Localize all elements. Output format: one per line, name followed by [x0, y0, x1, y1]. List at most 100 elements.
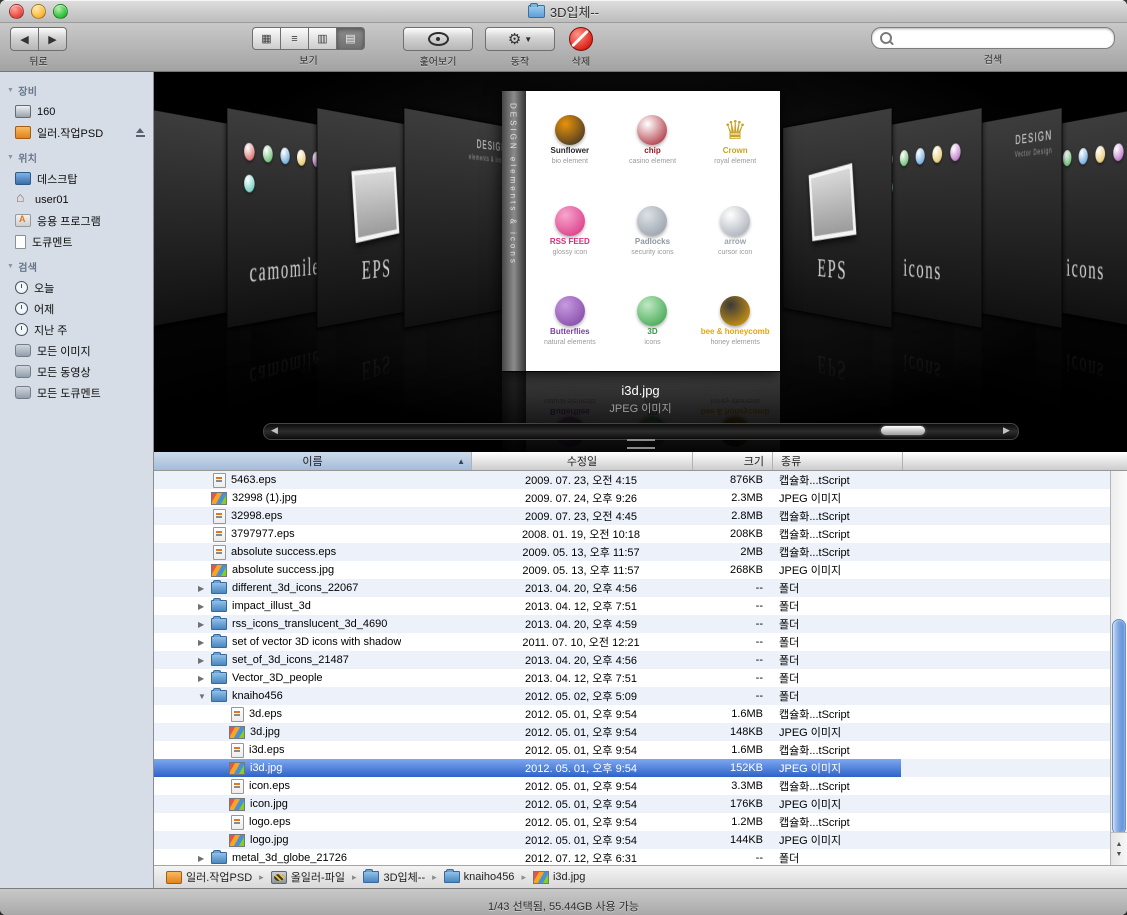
file-row[interactable]: i3d.jpg2012. 05. 01, 오후 9:54152KBJPEG 이미… [154, 759, 1127, 777]
path-item-label: 3D입체-- [383, 869, 425, 885]
column-header-kind[interactable]: 종류 [773, 452, 903, 470]
sidebar-item[interactable]: 도큐멘트 [0, 231, 153, 252]
icon-grid-item: Butterfliesnatural elements [529, 276, 612, 367]
file-kind: JPEG 이미지 [771, 760, 901, 776]
sidebar-item[interactable]: 지난 주 [0, 319, 153, 340]
back-button[interactable]: ◀ [10, 27, 39, 51]
coverflow-selected-item[interactable]: DESIGN elements & icons Sunflowerbio ele… [502, 91, 780, 371]
disclosure-triangle-icon[interactable]: ▶ [198, 674, 211, 683]
status-bar: 1/43 선택됨, 55.44GB 사용 가능 [0, 888, 1127, 915]
icon-sub: casino element [629, 158, 676, 166]
scroll-left-icon[interactable]: ◀ [267, 424, 283, 437]
file-size: 2.8MB [691, 510, 771, 522]
file-row[interactable]: absolute success.eps2009. 05. 13, 오후 11:… [154, 543, 1127, 561]
file-row[interactable]: 5463.eps2009. 07. 23, 오전 4:15876KB캡슐화...… [154, 471, 1127, 489]
file-row[interactable]: ▶rss_icons_translucent_3d_46902013. 04. … [154, 615, 1127, 633]
icon-shape [637, 115, 667, 145]
file-row[interactable]: ▶impact_illust_3d2013. 04. 12, 오후 7:51--… [154, 597, 1127, 615]
search-field[interactable] [871, 27, 1115, 49]
column-view-button[interactable]: ▥ [309, 27, 337, 50]
quicklook-label: 훑어보기 [420, 53, 457, 68]
minimize-button[interactable] [31, 4, 46, 19]
sidebar-item[interactable]: 모든 이미지 [0, 340, 153, 361]
coverflow-scrollbar-thumb[interactable] [881, 426, 925, 435]
file-row[interactable]: ▶Vector_3D_people2013. 04. 12, 오후 7:51--… [154, 669, 1127, 687]
path-item[interactable]: 일러.작업PSD [162, 868, 256, 886]
file-name: impact_illust_3d [232, 600, 311, 612]
sidebar-section-label: 검색 [18, 259, 37, 274]
file-row[interactable]: ▶set_of_3d_icons_214872013. 04. 20, 오후 4… [154, 651, 1127, 669]
file-row[interactable]: 3797977.eps2008. 01. 19, 오전 10:18208KB캡슐… [154, 525, 1127, 543]
file-row[interactable]: logo.jpg2012. 05. 01, 오후 9:54144KBJPEG 이… [154, 831, 1127, 849]
file-row[interactable]: ▼knaiho4562012. 05. 02, 오후 5:09--폴더 [154, 687, 1127, 705]
sidebar-item[interactable]: 모든 도큐멘트 [0, 382, 153, 403]
file-kind: 캡슐화...tScript [771, 526, 901, 542]
section-disclosure-icon[interactable]: ▼ [7, 263, 14, 270]
sidebar-item[interactable]: 오늘 [0, 277, 153, 298]
disclosure-triangle-icon[interactable]: ▶ [198, 602, 211, 611]
sidebar-item[interactable]: 응용 프로그램 [0, 210, 153, 231]
search-input[interactable] [898, 31, 1106, 45]
path-item[interactable]: 올일러-파일 [267, 868, 349, 886]
column-header-date[interactable]: 수정일 [472, 452, 693, 470]
file-row[interactable]: 3d.eps2012. 05. 01, 오후 9:541.6MB캡슐화...tS… [154, 705, 1127, 723]
file-row[interactable]: icon.eps2012. 05. 01, 오후 9:543.3MB캡슐화...… [154, 777, 1127, 795]
scroll-right-icon[interactable]: ▶ [999, 424, 1015, 437]
sidebar-item[interactable]: 어제 [0, 298, 153, 319]
file-date: 2013. 04. 12, 오후 7:51 [471, 598, 691, 614]
file-row[interactable]: logo.eps2012. 05. 01, 오후 9:541.2MB캡슐화...… [154, 813, 1127, 831]
coverflow-view-button[interactable]: ▤ [337, 27, 365, 50]
file-row[interactable]: ▶set of vector 3D icons with shadow2011.… [154, 633, 1127, 651]
disclosure-triangle-icon[interactable]: ▶ [198, 584, 211, 593]
quicklook-button[interactable] [403, 27, 473, 51]
eject-button[interactable] [135, 128, 146, 138]
action-button[interactable]: ⚙▼ [485, 27, 555, 51]
search-icon [880, 32, 892, 44]
path-item-label: 올일러-파일 [291, 869, 345, 885]
column-header-size[interactable]: 크기 [693, 452, 773, 470]
disclosure-triangle-icon[interactable]: ▶ [198, 620, 211, 629]
file-row[interactable]: 3d.jpg2012. 05. 01, 오후 9:54148KBJPEG 이미지 [154, 723, 1127, 741]
vertical-scrollbar-thumb[interactable] [1112, 619, 1126, 835]
column-header-name[interactable]: 이름 ▲ [154, 452, 472, 470]
sidebar-item[interactable]: 160 [0, 101, 153, 122]
path-item[interactable]: knaiho456 [440, 870, 519, 884]
delete-button[interactable] [569, 27, 593, 51]
jpg-file-icon [229, 726, 245, 739]
coverflow-item[interactable]: DESIGNelements & icons [404, 107, 514, 329]
split-resize-handle[interactable] [627, 439, 655, 449]
file-row[interactable]: i3d.eps2012. 05. 01, 오후 9:541.6MB캡슐화...t… [154, 741, 1127, 759]
close-button[interactable] [9, 4, 24, 19]
file-date: 2012. 07. 12, 오후 6:31 [471, 850, 691, 865]
file-row[interactable]: 32998 (1).jpg2009. 07. 24, 오후 9:262.3MBJ… [154, 489, 1127, 507]
title-bar[interactable]: 3D입체-- [0, 0, 1127, 23]
icon-view-button[interactable]: ▦ [252, 27, 281, 50]
disclosure-triangle-icon[interactable]: ▶ [198, 638, 211, 647]
coverflow-scrollbar[interactable]: ◀ ▶ [263, 423, 1019, 440]
coverflow-area[interactable]: DESIGN elements & icons Sunflowerbio ele… [154, 72, 1127, 452]
scroll-up-icon[interactable]: ▲ [1116, 841, 1123, 848]
path-item[interactable]: i3d.jpg [529, 870, 589, 885]
file-row[interactable]: 32998.eps2009. 07. 23, 오전 4:452.8MB캡슐화..… [154, 507, 1127, 525]
list-view-button[interactable]: ≡ [281, 27, 309, 50]
disclosure-triangle-icon[interactable]: ▶ [198, 854, 211, 863]
section-disclosure-icon[interactable]: ▼ [7, 154, 14, 161]
sidebar-item[interactable]: 모든 동영상 [0, 361, 153, 382]
sidebar-item[interactable]: 일러.작업PSD [0, 122, 153, 143]
coverflow-item[interactable]: EPS [783, 107, 893, 329]
disclosure-triangle-icon[interactable]: ▼ [198, 692, 211, 701]
file-row[interactable]: ▶different_3d_icons_220672013. 04. 20, 오… [154, 579, 1127, 597]
section-disclosure-icon[interactable]: ▼ [7, 87, 14, 94]
scroll-down-icon[interactable]: ▼ [1116, 851, 1123, 858]
sidebar-item[interactable]: user01 [0, 189, 153, 210]
icon-shape [720, 206, 750, 236]
disclosure-triangle-icon[interactable]: ▶ [198, 656, 211, 665]
path-item[interactable]: 3D입체-- [359, 868, 429, 886]
file-row[interactable]: absolute success.jpg2009. 05. 13, 오후 11:… [154, 561, 1127, 579]
zoom-button[interactable] [53, 4, 68, 19]
file-row[interactable]: ▶metal_3d_globe_217262012. 07. 12, 오후 6:… [154, 849, 1127, 865]
vertical-scrollbar[interactable]: ▲ ▼ [1110, 471, 1127, 865]
forward-button[interactable]: ▶ [39, 27, 67, 51]
sidebar-item[interactable]: 데스크탑 [0, 168, 153, 189]
file-row[interactable]: icon.jpg2012. 05. 01, 오후 9:54176KBJPEG 이… [154, 795, 1127, 813]
